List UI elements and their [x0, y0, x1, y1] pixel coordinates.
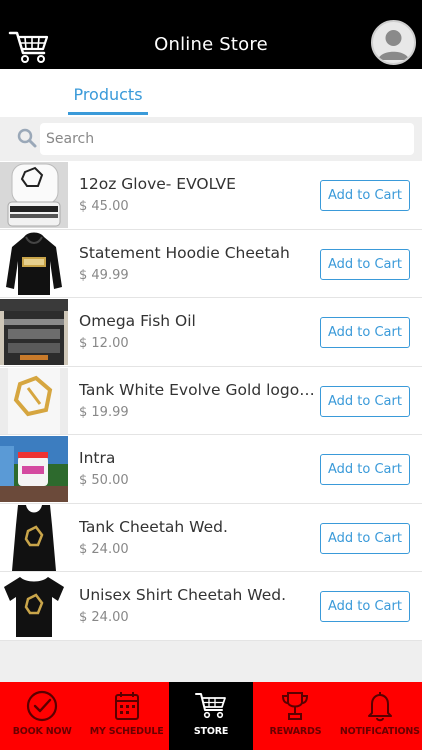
product-row[interactable]: 12oz Glove- EVOLVE $ 45.00 Add to Cart: [0, 161, 422, 230]
nav-book-now[interactable]: BOOK NOW: [0, 682, 84, 750]
nav-my-schedule[interactable]: MY SCHEDULE: [84, 682, 168, 750]
nav-label: NOTIFICATIONS: [339, 726, 420, 737]
product-price: $ 24.00: [79, 541, 129, 557]
add-to-cart-button[interactable]: Add to Cart: [320, 454, 410, 485]
search-bar: [0, 117, 422, 161]
bottom-nav: BOOK NOW MY SCHEDULE STORE REWARDS NOTIF…: [0, 682, 422, 750]
product-row[interactable]: Omega Fish Oil $ 12.00 Add to Cart: [0, 298, 422, 367]
product-thumbnail-hoodie: [0, 230, 68, 297]
page-title: Online Store: [154, 34, 268, 55]
product-name: Statement Hoodie Cheetah: [79, 243, 290, 262]
product-price: $ 12.00: [79, 336, 129, 351]
product-price: $ 45.00: [79, 199, 129, 214]
product-thumbnail-black-tshirt: [0, 573, 68, 639]
product-name: 12oz Glove- EVOLVE: [79, 175, 236, 193]
tab-products[interactable]: Products: [68, 85, 148, 115]
add-to-cart-button[interactable]: Add to Cart: [320, 248, 410, 280]
nav-notifications[interactable]: NOTIFICATIONS: [338, 682, 422, 750]
product-price: $ 19.99: [79, 404, 129, 420]
nav-label: STORE: [193, 726, 229, 737]
add-to-cart-button[interactable]: Add to Cart: [320, 385, 410, 417]
product-row[interactable]: Tank White Evolve Gold logo ... $ 19.99 …: [0, 366, 422, 435]
product-name: Unisex Shirt Cheetah Wed.: [79, 586, 287, 604]
calendar-icon: [109, 688, 145, 724]
product-price: $ 24.00: [79, 610, 129, 625]
product-price: $ 50.00: [79, 473, 129, 488]
product-row[interactable]: Intra $ 50.00 Add to Cart: [0, 435, 422, 504]
search-input[interactable]: [40, 123, 414, 155]
add-to-cart-button[interactable]: Add to Cart: [320, 180, 410, 211]
add-to-cart-button[interactable]: Add to Cart: [320, 317, 410, 348]
product-thumbnail-glove: [0, 162, 68, 228]
product-thumbnail-fish-oil: [0, 299, 68, 365]
product-name: Tank White Evolve Gold logo ...: [79, 380, 317, 399]
tab-bar: Products: [0, 69, 422, 117]
product-thumbnail-intra: [0, 436, 68, 502]
nav-label: REWARDS: [269, 726, 322, 737]
product-row[interactable]: Unisex Shirt Cheetah Wed. $ 24.00 Add to…: [0, 572, 422, 641]
product-name: Intra: [79, 449, 116, 467]
product-list: 12oz Glove- EVOLVE $ 45.00 Add to Cart S…: [0, 161, 422, 641]
add-to-cart-button[interactable]: Add to Cart: [320, 522, 410, 554]
bell-icon: [362, 688, 398, 724]
product-price: $ 49.99: [79, 267, 129, 283]
search-icon: [16, 127, 38, 149]
nav-store[interactable]: STORE: [168, 682, 254, 750]
product-thumbnail-white-tank: [0, 367, 68, 434]
product-name: Tank Cheetah Wed.: [79, 517, 228, 536]
product-thumbnail-black-tank: [0, 504, 68, 571]
product-row[interactable]: Statement Hoodie Cheetah $ 49.99 Add to …: [0, 229, 422, 298]
add-to-cart-button[interactable]: Add to Cart: [320, 591, 410, 622]
product-name: Omega Fish Oil: [79, 312, 196, 330]
nav-label: BOOK NOW: [12, 726, 72, 737]
check-circle-icon: [24, 688, 60, 724]
product-row[interactable]: Tank Cheetah Wed. $ 24.00 Add to Cart: [0, 503, 422, 572]
nav-rewards[interactable]: REWARDS: [253, 682, 337, 750]
nav-label: MY SCHEDULE: [89, 726, 164, 737]
trophy-icon: [277, 688, 313, 724]
app-header: Online Store: [0, 0, 422, 69]
cart-icon: [193, 688, 229, 724]
user-avatar-icon[interactable]: [371, 20, 416, 65]
